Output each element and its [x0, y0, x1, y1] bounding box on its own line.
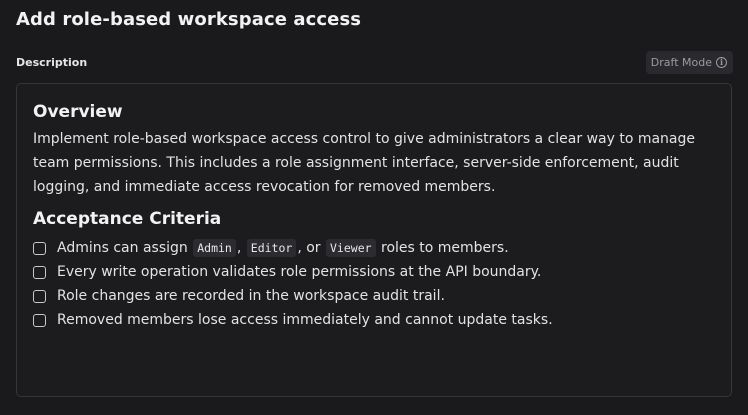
checkbox[interactable]: [33, 241, 46, 255]
overview-heading: Overview: [33, 102, 123, 122]
inline-code-admin: Admin: [193, 239, 236, 257]
checklist-item: Role changes are recorded in the workspa…: [33, 284, 715, 308]
item-separator: , or: [297, 240, 321, 256]
draft-mode-badge[interactable]: Draft Mode i: [645, 51, 733, 74]
page-title: Add role-based workspace access: [16, 9, 362, 30]
draft-mode-label: Draft Mode: [650, 56, 712, 69]
checkbox[interactable]: [33, 265, 46, 279]
checklist-item-text: Role changes are recorded in the workspa…: [57, 288, 445, 304]
item-text-post: roles to members.: [381, 240, 509, 256]
checklist-item: Admins can assign Admin, Editor, or View…: [33, 236, 715, 260]
checklist-item: Every write operation validates role per…: [33, 260, 715, 284]
checklist-item-text: Every write operation validates role per…: [57, 264, 542, 280]
inline-code-viewer: Viewer: [326, 239, 376, 257]
checkbox[interactable]: [33, 289, 46, 303]
checklist-item-text: Removed members lose access immediately …: [57, 312, 553, 328]
acceptance-criteria-heading: Acceptance Criteria: [33, 209, 222, 229]
checklist-item-text: Admins can assign Admin, Editor, or View…: [57, 239, 509, 257]
checkbox[interactable]: [33, 313, 46, 327]
acceptance-checklist: Admins can assign Admin, Editor, or View…: [33, 236, 715, 332]
checklist-item: Removed members lose access immediately …: [33, 308, 715, 332]
overview-paragraph: Implement role-based workspace access co…: [33, 131, 696, 195]
description-editor[interactable]: Overview Implement role-based workspace …: [16, 83, 732, 397]
info-icon[interactable]: i: [716, 57, 727, 68]
description-label: Description: [16, 56, 88, 69]
inline-code-editor: Editor: [246, 239, 297, 257]
item-text-pre: Admins can assign: [57, 240, 188, 256]
item-separator: ,: [236, 240, 242, 256]
